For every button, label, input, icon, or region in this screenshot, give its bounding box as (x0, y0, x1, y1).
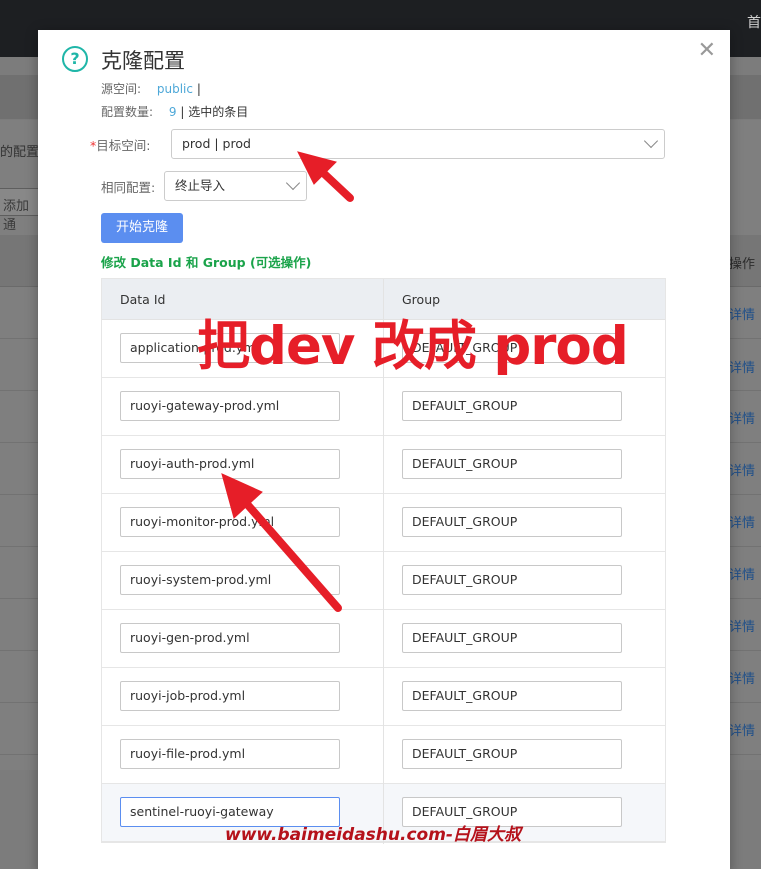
chevron-down-icon (285, 175, 301, 191)
source-label: 源空间: (101, 82, 142, 96)
count-label: 配置数量: (101, 105, 154, 119)
data-id-input[interactable]: ruoyi-file-prod.yml (120, 739, 340, 769)
add-config-button[interactable]: 添加通 (0, 188, 40, 233)
data-id-input[interactable]: ruoyi-auth-prod.yml (120, 449, 340, 479)
group-input[interactable]: DEFAULT_GROUP (402, 449, 622, 479)
target-namespace-label: *目标空间: (90, 138, 151, 153)
start-clone-button[interactable]: 开始克隆 (101, 213, 183, 243)
detail-link[interactable]: 详情 (729, 564, 755, 583)
edit-dataid-group-hint: 修改 Data Id 和 Group (可选操作) (101, 255, 312, 270)
detail-link[interactable]: 详情 (729, 720, 755, 739)
target-namespace-select[interactable]: prod | prod (171, 129, 665, 159)
detail-link[interactable]: 详情 (729, 357, 755, 376)
annotation-text: 把dev 改成 prod (197, 316, 629, 377)
group-input[interactable]: DEFAULT_GROUP (402, 681, 622, 711)
count-value: 9 (168, 105, 177, 119)
watermark: www.baimeidashu.com-白眉大叔 (225, 825, 521, 845)
data-id-input[interactable]: ruoyi-gen-prod.yml (120, 623, 340, 653)
same-config-select[interactable]: 终止导入 (164, 171, 307, 201)
count-suffix: | 选中的条目 (180, 105, 249, 119)
group-input[interactable]: DEFAULT_GROUP (402, 507, 622, 537)
data-id-input[interactable]: ruoyi-job-prod.yml (120, 681, 340, 711)
data-id-input[interactable]: ruoyi-gateway-prod.yml (120, 391, 340, 421)
nav-home-link[interactable]: 首 (747, 12, 761, 32)
same-config-label: 相同配置: (101, 180, 156, 195)
detail-link[interactable]: 详情 (729, 304, 755, 323)
target-namespace-value: prod | prod (182, 136, 251, 151)
config-count-row: 配置数量: 9 | 选中的条目 (101, 103, 248, 120)
source-separator: | (196, 82, 201, 96)
question-icon: ? (62, 46, 88, 72)
group-input[interactable]: DEFAULT_GROUP (402, 623, 622, 653)
detail-link[interactable]: 详情 (729, 408, 755, 427)
data-id-input[interactable]: ruoyi-system-prod.yml (120, 565, 340, 595)
detail-link[interactable]: 详情 (729, 668, 755, 687)
source-namespace-row: 源空间: public | (101, 80, 201, 97)
data-id-input[interactable]: ruoyi-monitor-prod.yml (120, 507, 340, 537)
dialog-title: 克隆配置 (101, 49, 185, 73)
close-icon[interactable]: ✕ (698, 40, 716, 62)
chevron-down-icon (643, 133, 659, 149)
same-config-value: 终止导入 (175, 178, 226, 193)
source-namespace-value: public (156, 82, 193, 96)
detail-link[interactable]: 详情 (729, 616, 755, 635)
clone-config-dialog: ✕ ? 克隆配置 源空间: public | 配置数量: 9 | 选中的条目 *… (38, 30, 730, 869)
detail-link[interactable]: 详情 (729, 512, 755, 531)
group-input[interactable]: DEFAULT_GROUP (402, 739, 622, 769)
operation-column-header: 操作 (729, 257, 756, 272)
detail-link[interactable]: 详情 (729, 460, 755, 479)
column-header-data-id: Data Id (120, 292, 166, 307)
group-input[interactable]: DEFAULT_GROUP (402, 565, 622, 595)
group-input[interactable]: DEFAULT_GROUP (402, 391, 622, 421)
